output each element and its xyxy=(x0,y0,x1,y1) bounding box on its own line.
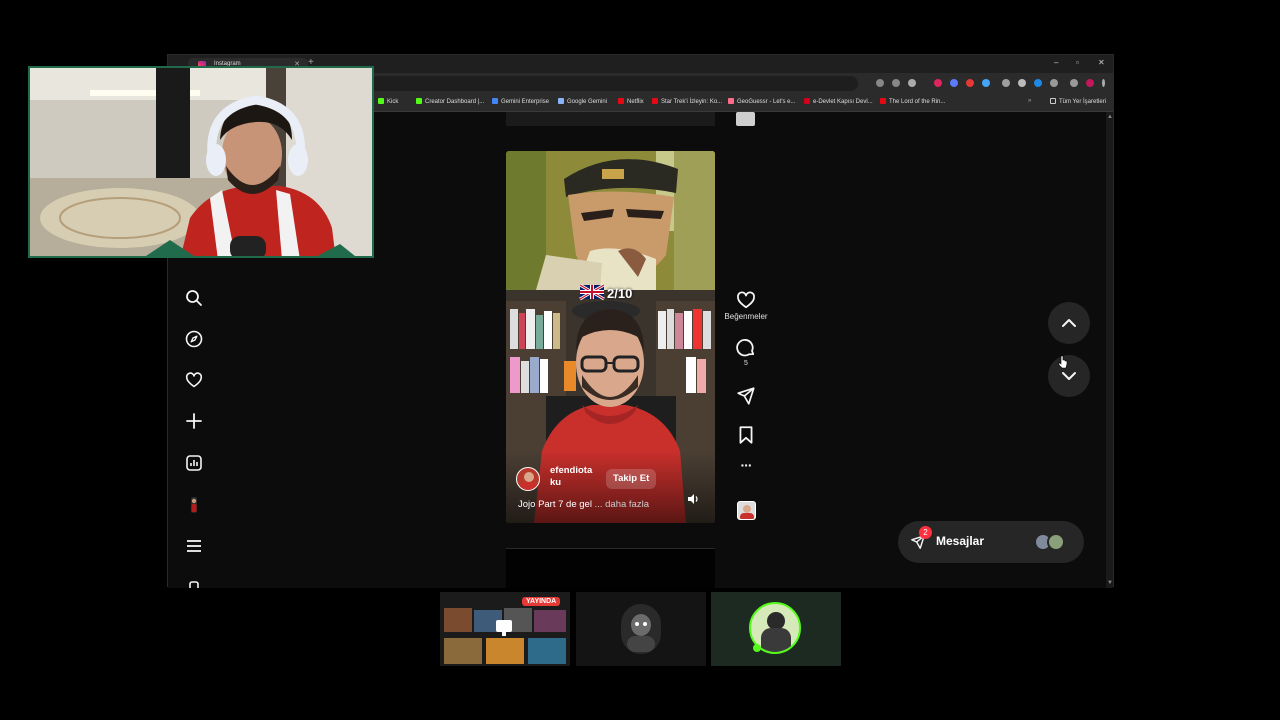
follow-button[interactable]: Takip Et xyxy=(606,469,657,489)
menu-dots-icon[interactable] xyxy=(1102,79,1105,87)
messages-label: Mesajlar xyxy=(936,534,985,548)
install-icon[interactable] xyxy=(876,79,884,87)
menu-hamburger-icon[interactable] xyxy=(185,537,203,555)
volume-icon[interactable] xyxy=(687,493,699,505)
close-window-button[interactable]: ✕ xyxy=(1098,58,1105,67)
edevlet-icon xyxy=(804,98,810,104)
bookmark-item[interactable]: Gemini Enterprise xyxy=(492,98,549,105)
author-username[interactable]: efendiota ku xyxy=(550,465,602,489)
comment-bubble-icon[interactable] xyxy=(736,338,756,358)
webcam-overlay xyxy=(28,66,374,258)
share-action[interactable] xyxy=(723,386,769,406)
bookmark-item[interactable]: The Lord of the Rin... xyxy=(880,98,945,105)
bookmark-item[interactable]: Kick xyxy=(378,98,398,105)
bookmark-item[interactable]: GeoGuessr - Let's e... xyxy=(728,98,796,105)
save-bookmark-icon[interactable] xyxy=(736,425,756,445)
extension-icon[interactable] xyxy=(1034,79,1042,87)
likes-label: Beğenmeler xyxy=(724,312,768,321)
webcam-feed-image xyxy=(30,68,372,256)
explore-compass-icon[interactable] xyxy=(185,330,203,348)
folder-icon xyxy=(1050,98,1056,104)
page-scrollbar[interactable]: ▲ ▼ xyxy=(1106,112,1113,588)
episode-badge: 2/10 xyxy=(607,286,633,301)
extensions-puzzle-icon[interactable] xyxy=(1050,79,1058,87)
audio-thumbnail[interactable] xyxy=(737,501,756,520)
bookmark-item[interactable]: Netflix xyxy=(618,98,644,105)
like-action[interactable]: Beğenmeler xyxy=(723,290,769,321)
bookmark-item[interactable]: Creator Dashboard |... xyxy=(416,98,484,105)
gemini-icon xyxy=(492,98,498,104)
comment-action[interactable]: 5 xyxy=(723,338,769,367)
next-reel[interactable] xyxy=(506,548,715,588)
zoom-icon[interactable] xyxy=(892,79,900,87)
netflix-icon xyxy=(880,98,886,104)
participant-card[interactable] xyxy=(576,592,706,666)
comments-count: 5 xyxy=(744,360,748,367)
kick-icon xyxy=(416,98,422,104)
stream-preview-card[interactable]: YAYINDA xyxy=(440,592,570,666)
extension-icon[interactable] xyxy=(1018,79,1026,87)
reel-frame-illustration xyxy=(506,151,715,523)
bookmarks-more-button[interactable]: » xyxy=(1028,98,1031,104)
chevron-up-icon xyxy=(1062,319,1076,327)
netflix-icon xyxy=(652,98,658,104)
author-avatar[interactable] xyxy=(516,467,540,491)
reel-caption: Jojo Part 7 de gel ... daha fazla xyxy=(518,499,649,510)
notifications-heart-icon[interactable] xyxy=(185,371,203,389)
all-bookmarks-folder[interactable]: Tüm Yer İşaretleri xyxy=(1050,98,1106,105)
app-icon[interactable] xyxy=(185,580,203,588)
bookmark-item[interactable]: Google Gemini xyxy=(558,98,607,105)
reel-video[interactable]: 2/10 efendiota ku Takip Et Jojo Part 7 d… xyxy=(506,151,715,523)
share-send-icon[interactable] xyxy=(736,386,756,406)
messages-button[interactable]: 2 Mesajlar xyxy=(898,521,1084,563)
netflix-icon xyxy=(618,98,624,104)
star-icon[interactable] xyxy=(908,79,916,87)
more-options-button[interactable]: ··· xyxy=(723,457,769,473)
previous-reel-audio-thumbnail[interactable] xyxy=(736,112,755,126)
create-plus-icon[interactable] xyxy=(185,412,203,430)
minimize-button[interactable]: – xyxy=(1054,58,1058,67)
mouse-cursor-icon xyxy=(1058,355,1068,369)
contact-avatar xyxy=(1047,533,1065,551)
live-badge: YAYINDA xyxy=(522,597,561,606)
extension-icon[interactable] xyxy=(934,79,942,87)
caption-text: Jojo Part 7 de gel xyxy=(518,499,592,510)
bookmark-item[interactable]: e-Devlet Kapısı Devl... xyxy=(804,98,873,105)
search-icon[interactable] xyxy=(185,289,203,307)
caption-more-link[interactable]: ... daha fazla xyxy=(595,499,649,510)
extension-icon[interactable] xyxy=(982,79,990,87)
like-heart-icon[interactable] xyxy=(736,290,756,310)
next-reel-button[interactable] xyxy=(1048,355,1090,397)
extension-icon[interactable] xyxy=(950,79,958,87)
kick-icon xyxy=(378,98,384,104)
profile-avatar-icon[interactable] xyxy=(185,496,203,514)
speaking-indicator-icon xyxy=(753,644,761,652)
profile-avatar-icon[interactable] xyxy=(1086,79,1094,87)
gemini-icon xyxy=(558,98,564,104)
geoguessr-icon xyxy=(728,98,734,104)
previous-reel[interactable] xyxy=(506,112,715,126)
extension-icon[interactable] xyxy=(1002,79,1010,87)
participant-card-active[interactable] xyxy=(711,592,841,666)
chevron-down-icon xyxy=(1062,372,1076,380)
maximize-button[interactable]: ▫ xyxy=(1076,58,1079,67)
media-icon[interactable] xyxy=(1070,79,1078,87)
save-action[interactable] xyxy=(723,425,769,445)
unread-badge: 2 xyxy=(919,526,932,539)
dashboard-chart-icon[interactable] xyxy=(185,454,203,472)
participant-avatar xyxy=(621,604,661,654)
bookmark-item[interactable]: Star Trek'i İzleyin: Ko... xyxy=(652,98,722,105)
extension-icon[interactable] xyxy=(966,79,974,87)
previous-reel-button[interactable] xyxy=(1048,302,1090,344)
